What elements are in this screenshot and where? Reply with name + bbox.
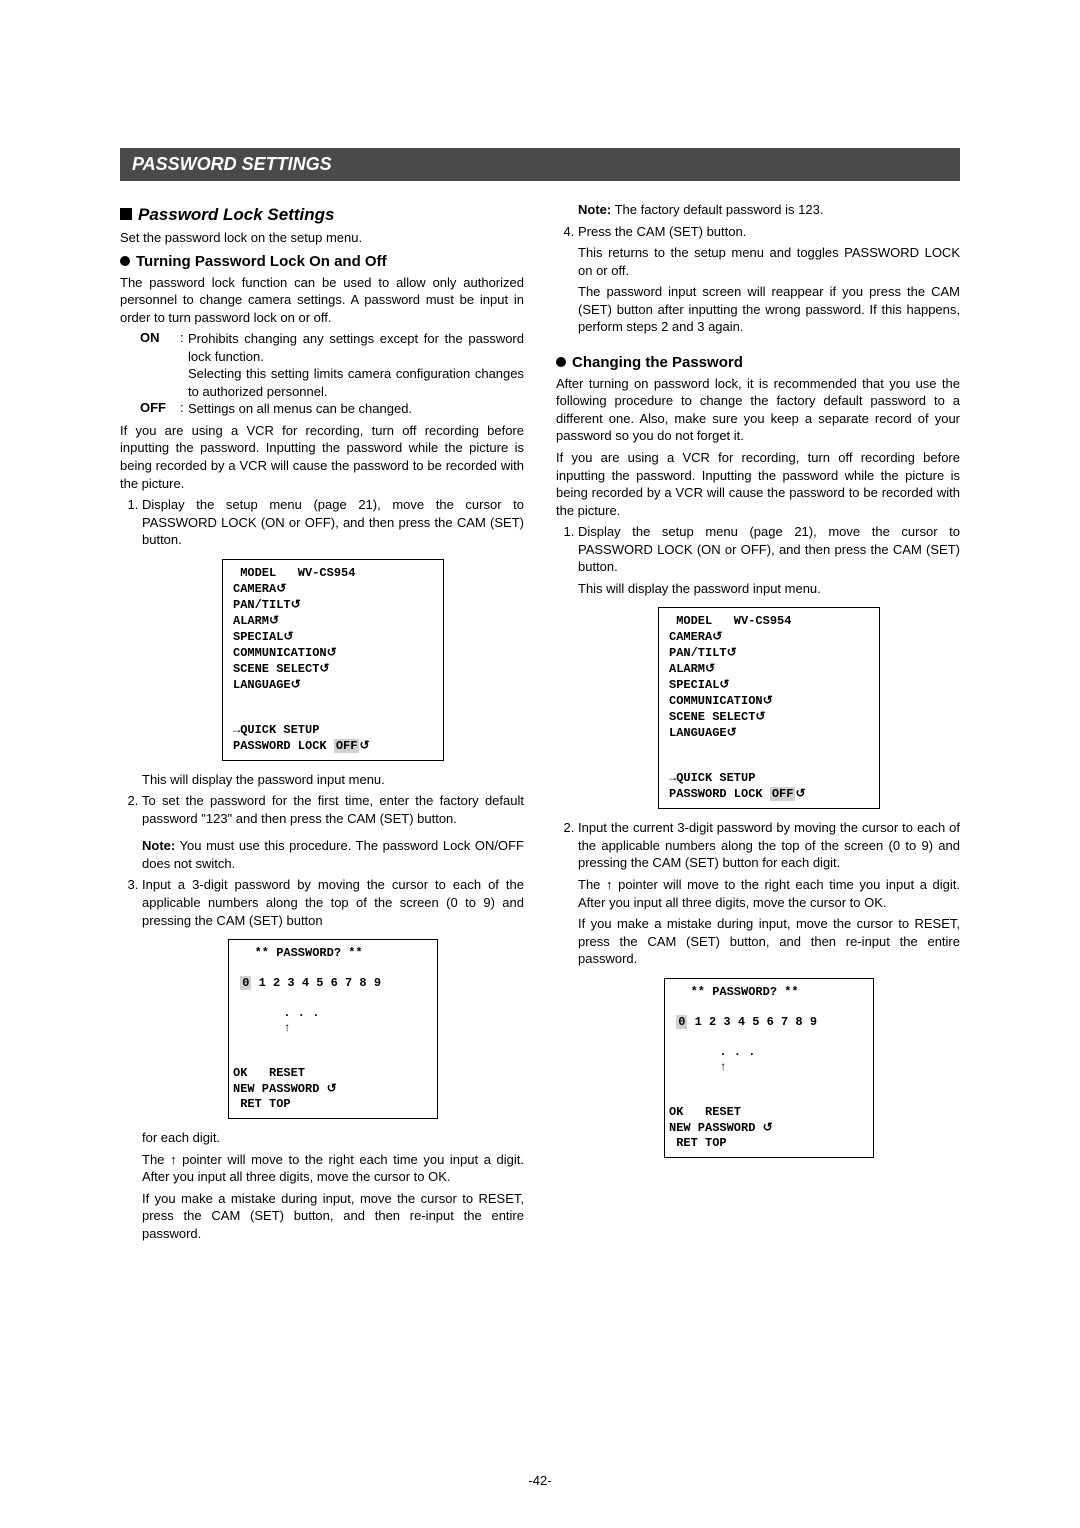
heading-password-lock: Password Lock Settings — [120, 205, 524, 225]
vcr-warning: If you are using a VCR for recording, tu… — [120, 422, 524, 492]
change-step-2-text: Input the current 3-digit password by mo… — [578, 820, 960, 870]
step-2-text: To set the password for the first time, … — [142, 793, 524, 826]
step-2: To set the password for the first time, … — [142, 792, 524, 872]
note-text: You must use this procedure. The passwor… — [142, 838, 524, 871]
step-1: Display the setup menu (page 21), move t… — [142, 496, 524, 788]
heading-text: Password Lock Settings — [138, 205, 335, 224]
change-intro: After turning on password lock, it is re… — [556, 375, 960, 445]
osd-menu-2: MODEL WV-CS954 CAMERA↺ PAN/TILT↺ ALARM↺ … — [658, 607, 880, 809]
for-each-digit: for each digit. — [142, 1129, 524, 1147]
def-on-val-1: Prohibits changing any settings except f… — [188, 331, 524, 364]
note-label: Note: — [142, 838, 175, 853]
heading-text: Changing the Password — [572, 354, 743, 371]
note-2: Note: The factory default password is 12… — [578, 201, 960, 219]
osd-menu-1: MODEL WV-CS954 CAMERA↺ PAN/TILT↺ ALARM↺ … — [222, 559, 444, 761]
step-4-text: Press the CAM (SET) button. — [578, 224, 746, 239]
section-title-bar: PASSWORD SETTINGS — [120, 148, 960, 181]
steps-list-cont: Press the CAM (SET) button. This returns… — [556, 223, 960, 336]
mistake-text: If you make a mistake during input, move… — [142, 1190, 524, 1243]
note-label: Note: — [578, 202, 611, 217]
change-step-1-text: Display the setup menu (page 21), move t… — [578, 524, 960, 574]
step-4: Press the CAM (SET) button. This returns… — [578, 223, 960, 336]
change-steps-list: Display the setup menu (page 21), move t… — [556, 523, 960, 1158]
round-bullet-icon — [120, 256, 130, 266]
def-off-val: Settings on all menus can be changed. — [188, 400, 524, 418]
right-column: Note: The factory default password is 12… — [556, 197, 960, 1246]
intro-text: Set the password lock on the setup menu. — [120, 229, 524, 247]
change-step-2: Input the current 3-digit password by mo… — [578, 819, 960, 1157]
osd-password-2: ** PASSWORD? ** 0 1 2 3 4 5 6 7 8 9 . . … — [664, 978, 874, 1158]
def-on-val-2: Selecting this setting limits camera con… — [188, 366, 524, 399]
step-1-text: Display the setup menu (page 21), move t… — [142, 497, 524, 547]
change-step-2-a: The ↑ pointer will move to the right eac… — [578, 876, 960, 911]
step-4-b: The password input screen will reappear … — [578, 283, 960, 336]
def-off-key: OFF — [140, 400, 180, 418]
colon: : — [180, 330, 188, 400]
left-column: Password Lock Settings Set the password … — [120, 197, 524, 1246]
desc-lock-function: The password lock function can be used t… — [120, 274, 524, 327]
steps-list: Display the setup menu (page 21), move t… — [120, 496, 524, 1242]
change-step-1-after: This will display the password input men… — [578, 580, 960, 598]
def-on: ON : Prohibits changing any settings exc… — [140, 330, 524, 400]
square-bullet-icon — [120, 208, 132, 220]
change-vcr-warning: If you are using a VCR for recording, tu… — [556, 449, 960, 519]
def-off: OFF : Settings on all menus can be chang… — [140, 400, 524, 418]
note-text: The factory default password is 123. — [611, 202, 823, 217]
heading-text: Turning Password Lock On and Off — [136, 253, 387, 270]
step-3: Input a 3-digit password by moving the c… — [142, 876, 524, 1242]
def-on-key: ON — [140, 330, 180, 400]
step-3-text: Input a 3-digit password by moving the c… — [142, 877, 524, 927]
note-1: Note: You must use this procedure. The p… — [142, 837, 524, 872]
change-step-2-b: If you make a mistake during input, move… — [578, 915, 960, 968]
heading-turning-lock: Turning Password Lock On and Off — [120, 253, 524, 270]
def-on-val: Prohibits changing any settings except f… — [188, 330, 524, 400]
colon: : — [180, 400, 188, 418]
pointer-move: The ↑ pointer will move to the right eac… — [142, 1151, 524, 1186]
change-step-1: Display the setup menu (page 21), move t… — [578, 523, 960, 809]
heading-changing-password: Changing the Password — [556, 354, 960, 371]
page-number: -42- — [0, 1473, 1080, 1488]
osd-password-1: ** PASSWORD? ** 0 1 2 3 4 5 6 7 8 9 . . … — [228, 939, 438, 1119]
step-4-a: This returns to the setup menu and toggl… — [578, 244, 960, 279]
step-1-after: This will display the password input men… — [142, 771, 524, 789]
round-bullet-icon — [556, 357, 566, 367]
